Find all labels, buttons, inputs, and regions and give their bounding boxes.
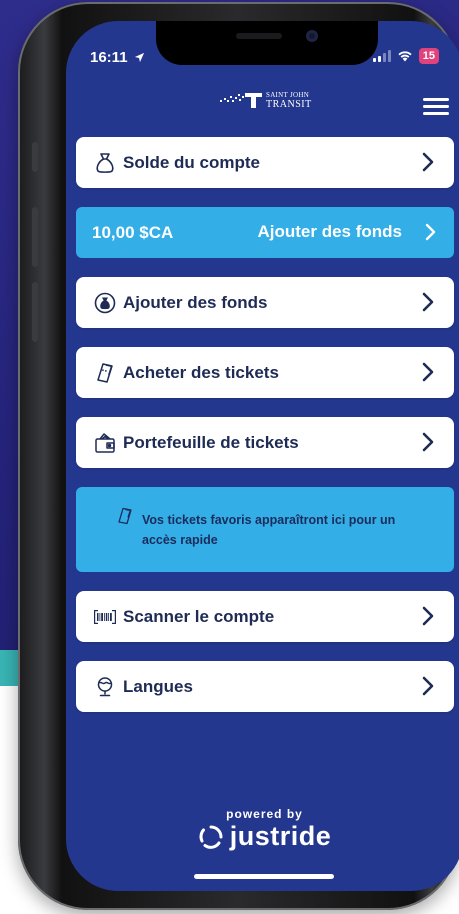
cellular-signal-icon [372,50,391,62]
powered-by-label: powered by [226,807,303,821]
ticket-wallet-button[interactable]: Portefeuille de tickets [76,417,454,468]
front-camera-icon [306,30,318,42]
speaker-grille [236,33,282,39]
app-screen: 16:11 15 SAINT JOHN TRANSIT Solde du com… [66,21,459,891]
ticket-icon [118,507,132,525]
battery-badge: 15 [418,48,439,64]
chevron-right-icon [422,432,434,452]
ticket-wallet-label: Portefeuille de tickets [123,432,299,452]
add-money-icon [93,291,117,315]
volume-up-button [32,207,38,267]
money-bag-icon [93,151,117,175]
volume-down-button [32,282,38,342]
account-balance-label: Solde du compte [123,152,260,172]
home-indicator[interactable] [194,874,334,879]
wallet-icon [93,431,117,455]
location-arrow-icon [134,52,144,63]
notch [156,21,378,65]
chevron-right-icon [425,223,436,241]
chevron-right-icon [422,606,434,626]
status-time: 16:11 [90,49,145,66]
hamburger-menu-icon[interactable] [423,98,449,116]
balance-add-funds-bar[interactable]: 10,00 $CA Ajouter des fonds [76,207,454,258]
chevron-right-icon [422,292,434,312]
silent-switch [32,142,38,172]
logo-wordmark: SAINT JOHN TRANSIT [266,91,312,110]
account-balance-button[interactable]: Solde du compte [76,137,454,188]
justride-wordmark: justride [229,821,332,851]
add-funds-label: Ajouter des fonds [123,292,268,312]
languages-button[interactable]: Langues [76,661,454,712]
balance-amount: 10,00 $CA [92,222,174,242]
chevron-right-icon [422,152,434,172]
favorites-message: Vos tickets favoris apparaîtront ici pou… [142,513,396,547]
chevron-right-icon [422,362,434,382]
language-icon [93,675,117,699]
scan-account-label: Scanner le compte [123,606,275,626]
wifi-icon [398,51,412,62]
transit-logo-mark-icon [220,93,262,108]
phone-frame: 16:11 15 SAINT JOHN TRANSIT Solde du com… [18,2,459,910]
saint-john-transit-logo: SAINT JOHN TRANSIT [218,91,312,110]
buy-tickets-button[interactable]: Acheter des tickets [76,347,454,398]
languages-label: Langues [123,676,193,696]
buy-tickets-label: Acheter des tickets [123,362,279,382]
logo-line-2: TRANSIT [266,99,312,110]
justride-brand: justride [66,821,459,852]
justride-logo-icon [199,825,223,849]
favorites-notice: Vos tickets favoris apparaîtront ici pou… [76,487,454,572]
barcode-icon [93,605,117,629]
ticket-icon [93,361,117,385]
add-funds-link[interactable]: Ajouter des fonds [257,222,402,242]
add-funds-button[interactable]: Ajouter des fonds [76,277,454,328]
clock-text: 16:11 [90,49,128,66]
status-indicators: 15 [372,48,439,64]
chevron-right-icon [422,676,434,696]
scan-account-button[interactable]: Scanner le compte [76,591,454,642]
